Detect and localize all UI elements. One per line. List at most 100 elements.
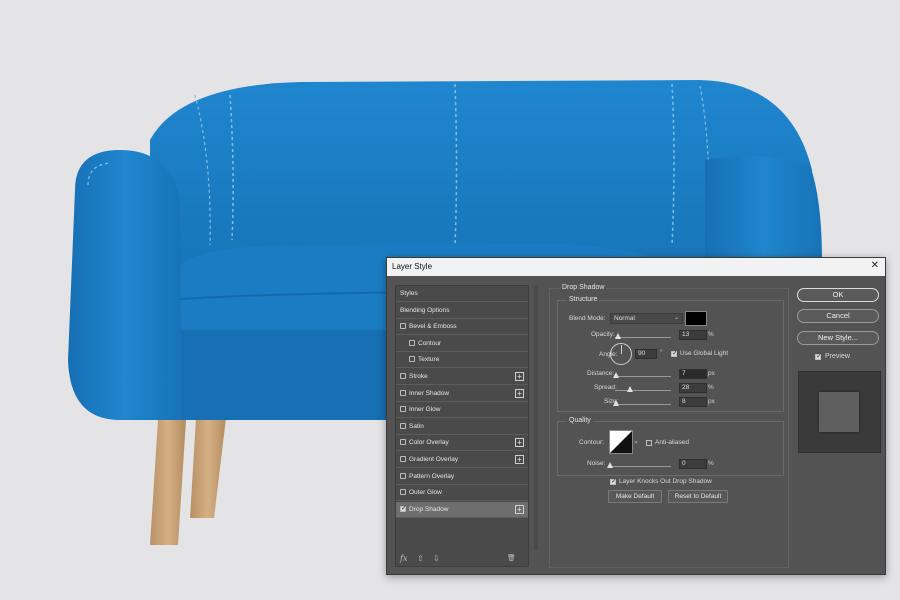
style-item-checkbox[interactable] [400,389,406,396]
style-item-checkbox[interactable] [400,504,407,512]
style-item-color-overlay[interactable]: Color Overlay + [396,435,528,452]
preview-label: Preview [825,353,850,360]
style-item-checkbox[interactable] [400,373,406,379]
style-item-label: Outer Glow [409,489,442,497]
move-up-icon[interactable]: ⇧ [417,554,424,563]
blend-mode-select[interactable]: Normal ⌄ [610,313,683,324]
trash-icon[interactable]: 🗑 [507,554,516,562]
size-thumb[interactable] [613,400,619,406]
style-item-pattern-overlay[interactable]: Pattern Overlay [396,469,528,485]
style-item-label: Texture [418,356,440,364]
styles-list: Styles Blending Options Bevel & Emboss Cont… [395,285,529,567]
distance-input[interactable]: 7 [679,369,707,379]
use-global-light-checkbox[interactable] [671,349,678,357]
angle-dial[interactable] [610,343,632,365]
style-item-inner-shadow[interactable]: Inner Shadow + [396,386,528,402]
spread-thumb[interactable] [627,386,633,392]
style-item-label: Inner Glow [409,406,441,414]
distance-slider[interactable] [615,376,671,377]
noise-label: Noise: [587,460,606,467]
style-item-label: Bevel & Emboss [409,323,457,331]
opacity-label: Opacity: [591,331,615,338]
list-scrollbar[interactable] [534,285,538,550]
anti-aliased-label: Anti-aliased [655,439,689,446]
noise-input[interactable]: 0 [679,459,707,469]
style-item-styles[interactable]: Styles [396,286,528,302]
style-item-satin[interactable]: Satin [396,419,528,435]
spread-label: Spread: [594,384,617,391]
style-item-checkbox[interactable] [400,456,406,462]
style-item-checkbox[interactable] [400,406,406,413]
style-item-checkbox[interactable] [409,356,415,363]
style-item-label: Stroke [409,373,428,380]
add-effect-icon[interactable]: + [515,504,524,514]
spread-slider[interactable] [615,390,671,391]
size-input[interactable]: 8 [679,397,707,407]
move-down-icon[interactable]: ⇩ [433,554,440,563]
add-effect-icon[interactable]: + [515,438,524,448]
style-item-bevel-emboss[interactable]: Bevel & Emboss [396,319,528,336]
angle-input[interactable]: 90 [635,349,657,359]
preview-square [819,392,859,432]
styles-list-footer: fx ⇧ ⇩ 🗑 [395,554,529,568]
size-slider[interactable] [615,404,671,405]
fx-icon[interactable]: fx [400,554,407,563]
add-effect-icon[interactable]: + [515,455,524,464]
spread-input[interactable]: 28 [679,383,707,393]
structure-title: Structure [567,296,600,303]
dialog-title: Layer Style [392,262,433,271]
style-item-label: Gradient Overlay [409,456,459,463]
close-icon[interactable]: ✕ [871,260,879,271]
style-item-inner-glow[interactable]: Inner Glow [396,402,528,419]
style-item-gradient-overlay[interactable]: Gradient Overlay + [396,452,528,468]
opacity-input[interactable]: 13 [679,330,707,340]
style-item-drop-shadow[interactable]: Drop Shadow + [396,501,528,518]
spread-unit: % [708,384,714,391]
layer-style-dialog: Layer Style ✕ Styles Blending Options Beve… [386,257,886,575]
style-item-label: Color Overlay [409,439,449,447]
distance-unit: px [708,370,715,377]
style-item-contour[interactable]: Contour [396,336,528,352]
add-effect-icon[interactable]: + [515,372,524,381]
knockout-checkbox[interactable] [610,477,617,485]
style-item-checkbox[interactable] [400,323,406,330]
style-item-outer-glow[interactable]: Outer Glow [396,485,528,502]
quality-title: Quality [567,417,593,424]
anti-aliased-checkbox[interactable] [646,440,652,446]
ok-button[interactable]: OK [797,288,879,302]
noise-slider[interactable] [609,466,671,467]
style-item-checkbox[interactable] [400,489,406,496]
opacity-slider[interactable] [615,337,671,338]
style-item-checkbox[interactable] [400,422,406,429]
cancel-button[interactable]: Cancel [797,309,879,323]
reset-to-default-button[interactable]: Reset to Default [668,490,728,503]
shadow-color-swatch[interactable] [685,311,707,326]
style-item-label: Drop Shadow [409,505,449,513]
style-item-checkbox[interactable] [400,472,406,479]
knockout-label: Layer Knocks Out Drop Shadow [619,478,712,485]
style-item-label: Inner Shadow [409,389,450,397]
noise-unit: % [708,460,714,467]
noise-thumb[interactable] [607,462,613,468]
style-item-blending-options[interactable]: Blending Options [396,303,528,319]
opacity-thumb[interactable] [615,333,621,339]
style-preview-thumbnail [798,371,881,453]
style-item-checkbox[interactable] [400,439,406,446]
angle-dial-needle [620,345,622,354]
contour-dropdown-icon[interactable]: ⌄ [633,437,639,445]
preview-checkbox[interactable] [815,352,822,360]
style-item-label: Satin [409,422,424,430]
style-item-texture[interactable]: Texture [396,352,528,369]
distance-thumb[interactable] [613,372,619,378]
add-effect-icon[interactable]: + [515,388,524,398]
contour-label: Contour: [579,439,604,446]
make-default-button[interactable]: Make Default [608,490,662,503]
contour-curve-icon [610,431,632,453]
panel-title: Drop Shadow [560,284,607,291]
contour-picker[interactable] [609,430,633,454]
new-style-button[interactable]: New Style... [797,331,879,345]
dialog-titlebar[interactable]: Layer Style ✕ [387,258,885,276]
style-item-checkbox[interactable] [409,339,415,346]
style-item-label: Contour [418,339,442,347]
style-item-stroke[interactable]: Stroke + [396,369,528,385]
